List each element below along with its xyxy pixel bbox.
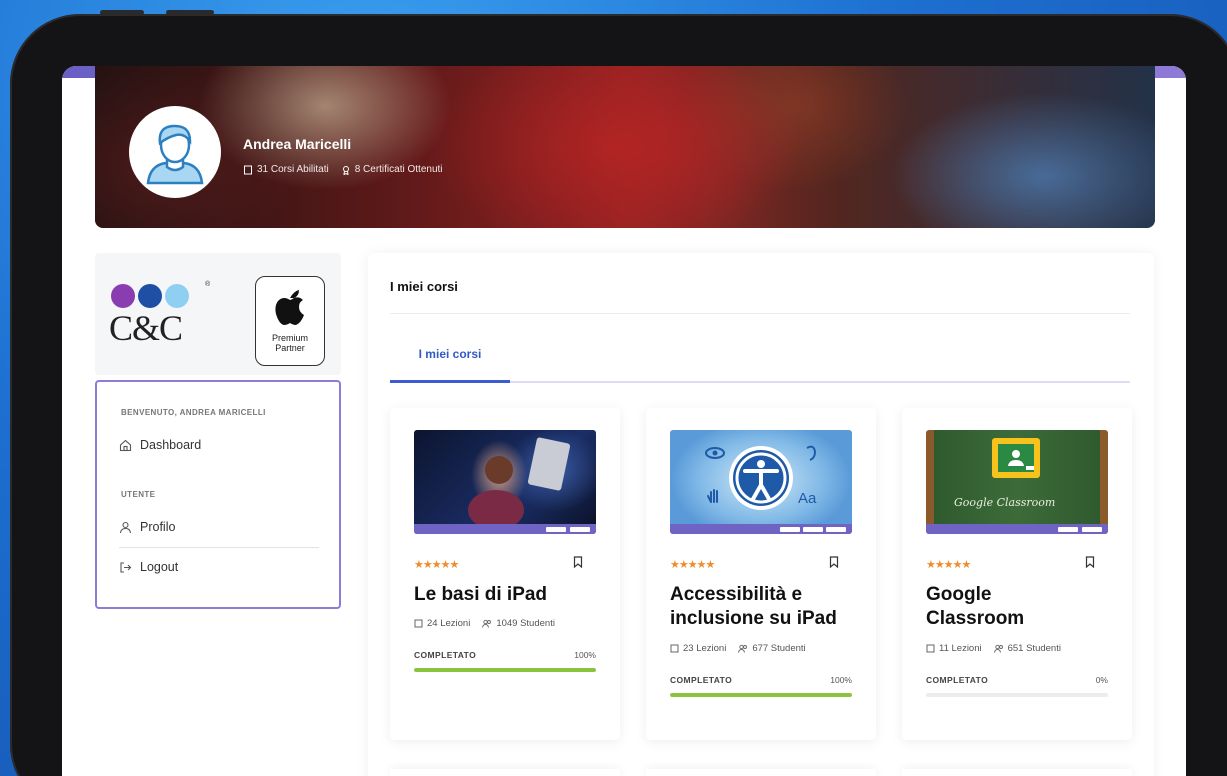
users-icon [482,619,492,628]
course-thumbnail: Aa [670,430,852,534]
apple-logo-icon [275,290,304,325]
accessibility-graphic [705,445,817,510]
users-icon [738,644,748,653]
progress-bar [926,693,1108,697]
user-stats: 31 Corsi Abilitati 8 Certificati Ottenut… [243,164,443,175]
classroom-graphic [992,438,1040,478]
course-thumbnail: Google Classroom [926,430,1108,534]
users-icon [993,644,1003,653]
tab-my-courses[interactable]: I miei corsi [390,347,510,361]
user-avatar-icon [146,124,204,185]
bookmark-icon[interactable] [573,556,583,568]
menu-divider [119,547,319,548]
course-card-partial[interactable] [646,769,876,776]
course-meta: 24 Lezioni 1049 Studenti [414,618,555,629]
avatar[interactable] [129,106,221,198]
brand-panel: ® C&C Premium Partner [95,253,341,375]
book-icon [926,644,935,653]
ipad-photo [468,437,571,530]
title-divider [390,313,1130,314]
courses-stat: 31 Corsi Abilitati [243,164,329,175]
course-title[interactable]: Accessibilità e inclusione su iPad [670,583,860,631]
classroom-caption: Google Classroom [954,496,1056,509]
user-section-heading: UTENTE [121,490,156,499]
certificates-stat: 8 Certificati Ottenuti [341,164,443,175]
rating-stars: ★★★★★ [670,559,715,571]
apple-partner-badge: Premium Partner [255,276,325,366]
course-thumbnail [414,430,596,534]
bookmark-icon[interactable] [1085,556,1095,568]
cc-logo-dots [111,284,189,308]
rating-stars: ★★★★★ [414,559,459,571]
book-icon [244,165,252,174]
logout-icon [120,561,132,573]
progress-bar [670,693,852,697]
course-card[interactable]: ★★★★★ Le basi di iPad 24 Lezioni 1049 St… [390,408,620,740]
book-icon [670,644,679,653]
course-status: COMPLETATO 100% [414,650,596,660]
volume-button [166,10,214,15]
course-status: COMPLETATO 100% [670,675,852,685]
course-meta: 11 Lezioni 651 Studenti [926,643,1061,654]
award-icon [342,165,349,175]
user-icon [119,521,132,533]
sidebar-menu: BENVENUTO, ANDREA MARICELLI Dashboard UT… [95,380,341,609]
course-card[interactable]: Aa ★★★★★ Accessibilità e inclusione su i… [646,408,876,740]
bookmark-icon[interactable] [829,556,839,568]
course-card-partial[interactable] [902,769,1132,776]
tab-active-indicator [390,380,510,383]
course-status: COMPLETATO 0% [926,675,1108,685]
user-name: Andrea Maricelli [243,136,352,152]
page-title: I miei corsi [390,279,458,294]
text-size-icon: Aa [798,490,817,507]
sidebar-item-profile[interactable]: Profilo [119,520,175,534]
home-icon [119,439,132,451]
sidebar-item-logout[interactable]: Logout [119,560,178,574]
course-title[interactable]: Le basi di iPad [414,583,604,607]
courses-panel: I miei corsi I miei corsi ★★★★★ Le basi … [368,253,1154,776]
cc-logo: C&C [109,308,183,348]
progress-bar [414,668,596,672]
course-card[interactable]: Google Classroom ★★★★★ Google Classroom … [902,408,1132,740]
app-screen: Andrea Maricelli 31 Corsi Abilitati 8 Ce… [62,66,1186,776]
course-meta: 23 Lezioni 677 Studenti [670,643,806,654]
welcome-heading: BENVENUTO, ANDREA MARICELLI [121,408,266,417]
rating-stars: ★★★★★ [926,559,971,571]
book-icon [414,619,423,628]
course-title[interactable]: Google Classroom [926,583,1076,631]
volume-button [100,10,144,15]
course-card-partial[interactable] [390,769,620,776]
profile-banner: Andrea Maricelli 31 Corsi Abilitati 8 Ce… [95,66,1155,228]
sidebar-item-dashboard[interactable]: Dashboard [119,438,201,452]
